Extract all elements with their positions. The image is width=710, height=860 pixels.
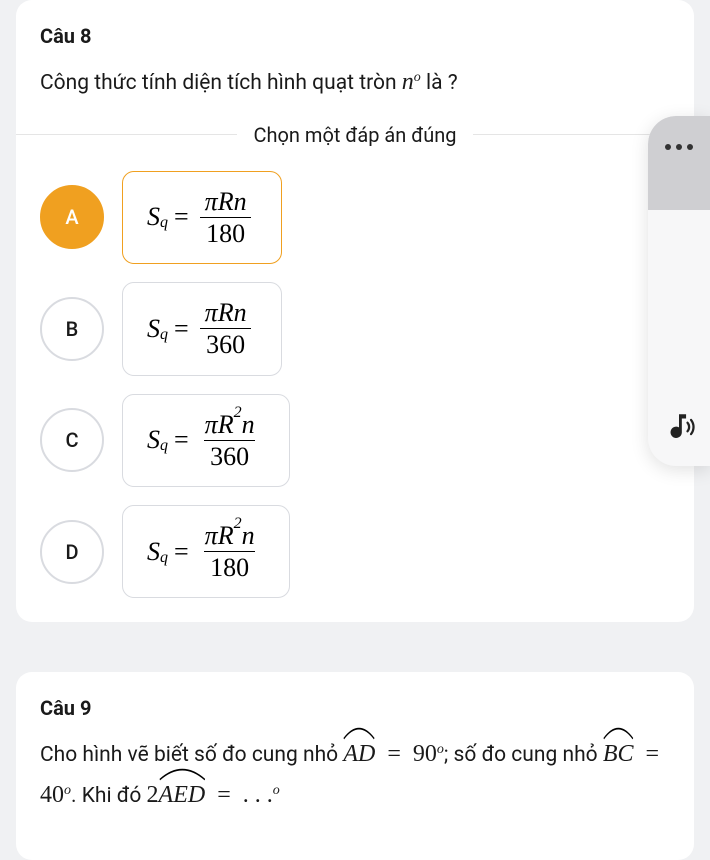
option-row-D[interactable]: D Sq=πR2n180 (40, 505, 670, 598)
prompt-text: Công thức tính diện tích hình quạt tròn (40, 71, 402, 95)
prompt-text-after: là ? (421, 71, 458, 95)
option-formula-A[interactable]: Sq=πRn180 (122, 171, 282, 264)
divider-line (16, 134, 237, 135)
question-prompt: Công thức tính diện tích hình quạt tròn … (40, 62, 670, 103)
question-card-8: Câu 8 Công thức tính diện tích hình quạt… (16, 0, 694, 622)
prompt-variable: no (402, 69, 421, 95)
question-title: Câu 8 (40, 24, 670, 48)
more-icon (665, 144, 693, 150)
option-row-B[interactable]: B Sq=πRn360 (40, 282, 670, 375)
drag-handle[interactable] (648, 116, 710, 210)
option-badge-D[interactable]: D (40, 520, 104, 584)
floating-toolbar[interactable] (648, 116, 710, 466)
equals: = 90o (375, 741, 444, 767)
option-row-A[interactable]: A Sq=πRn180 (40, 171, 670, 264)
question-title: Câu 9 (40, 696, 670, 720)
arc-AED: AED (159, 775, 206, 816)
instruction-divider: Chọn một đáp án đúng (16, 123, 694, 147)
option-badge-B[interactable]: B (40, 297, 104, 361)
coefficient: 2 (147, 782, 159, 808)
arc-BC: BC (603, 734, 634, 775)
option-row-C[interactable]: C Sq=πR2n360 (40, 394, 670, 487)
question-prompt: Cho hình vẽ biết số đo cung nhỏ AD = 90o… (40, 734, 670, 816)
options-list: A Sq=πRn180 B Sq=πRn360 C Sq=πR2n360 D Sq=πR2n1… (40, 171, 670, 599)
equals-blank: = . . .o (205, 782, 280, 808)
option-formula-C[interactable]: Sq=πR2n360 (122, 394, 290, 487)
text: ; số đo cung nhỏ (444, 743, 603, 767)
option-badge-C[interactable]: C (40, 408, 104, 472)
instruction-text: Chọn một đáp án đúng (237, 123, 472, 147)
question-card-9: Câu 9 Cho hình vẽ biết số đo cung nhỏ AD… (16, 672, 694, 860)
option-badge-A[interactable]: A (40, 185, 104, 249)
arc-AD: AD (343, 734, 375, 775)
option-formula-B[interactable]: Sq=πRn360 (122, 282, 282, 375)
music-note-sound-icon (662, 410, 696, 444)
audio-button[interactable] (662, 410, 696, 466)
option-formula-D[interactable]: Sq=πR2n180 (122, 505, 290, 598)
text: Cho hình vẽ biết số đo cung nhỏ (40, 743, 343, 767)
text: . Khi đó (71, 784, 147, 808)
